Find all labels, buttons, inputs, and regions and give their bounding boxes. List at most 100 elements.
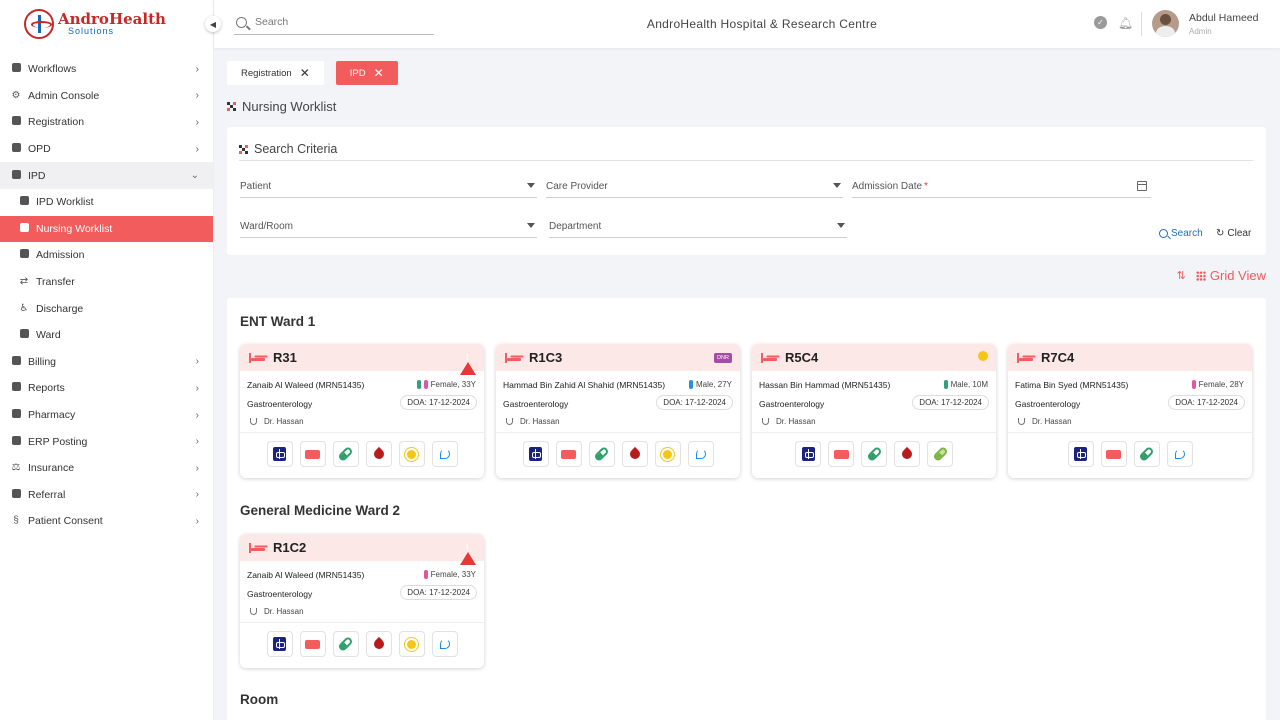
patient-name[interactable]: Hammad Bin Zahid Al Shahid (MRN51435) (503, 380, 665, 390)
bed-card[interactable]: R1C3 DNR Hammad Bin Zahid Al Shahid (MRN… (496, 344, 740, 478)
bed-button[interactable] (828, 441, 854, 467)
close-icon[interactable]: ✕ (374, 67, 384, 79)
xray-button[interactable] (1067, 441, 1094, 467)
male-icon (943, 380, 948, 389)
medication-button[interactable] (588, 441, 615, 467)
vitals-button[interactable] (398, 441, 425, 467)
medication-alt-button[interactable] (927, 441, 953, 467)
medication-button[interactable] (332, 441, 359, 467)
medication-button[interactable] (861, 441, 887, 467)
logo[interactable]: AndroHealth Solutions ◀ (0, 0, 221, 48)
patient-department: Gastroenterology (759, 399, 825, 409)
card-actions (752, 441, 996, 467)
sort-icon[interactable]: ⇅ (1177, 269, 1186, 282)
sidebar-item-ipd-worklist[interactable]: IPD Worklist (0, 189, 213, 216)
sidebar-item-referral[interactable]: Referral › (0, 482, 213, 509)
sidebar-item-registration[interactable]: Registration › (0, 109, 213, 136)
bed-card[interactable]: R5C4 Hassan Bin Hammad (MRN51435) Male, … (752, 344, 996, 478)
blood-button[interactable] (365, 441, 392, 467)
collapse-sidebar-button[interactable]: ◀ (205, 16, 221, 32)
bed-card[interactable]: R31 ! Zanaib Al Waleed (MRN51435) Female… (240, 344, 484, 478)
bell-icon[interactable]: 🔔︎ (1118, 16, 1133, 30)
admission-date-field[interactable]: Admission Date * (852, 176, 1151, 198)
vitals-button[interactable] (654, 441, 681, 467)
ward-room-select[interactable]: Ward/Room (240, 216, 537, 238)
admission-date-badge: DOA: 17-12-2024 (656, 395, 733, 410)
medication-button[interactable] (1133, 441, 1160, 467)
blood-button[interactable] (621, 441, 648, 467)
bed-button[interactable] (299, 441, 326, 467)
xray-button[interactable] (795, 441, 821, 467)
sidebar-item-admission[interactable]: Admission (0, 242, 213, 269)
chevron-right-icon: › (195, 409, 199, 421)
procedure-button[interactable] (431, 631, 458, 657)
patient-info: Hassan Bin Hammad (MRN51435) Male, 10M G… (752, 371, 996, 433)
check-square-icon (10, 116, 22, 128)
blood-button[interactable] (365, 631, 392, 657)
sidebar-item-billing[interactable]: Billing › (0, 349, 213, 376)
tab-registration[interactable]: Registration ✕ (227, 61, 324, 85)
vitals-button[interactable] (398, 631, 425, 657)
pill-icon (931, 445, 949, 463)
grid-view-toggle[interactable]: Grid View (1195, 268, 1266, 283)
wheelchair-icon: ♿ (19, 302, 29, 314)
xray-icon (273, 637, 286, 651)
dnr-badge[interactable]: DNR (714, 350, 732, 363)
sidebar-item-admin-console[interactable]: ⚙ Admin Console › (0, 83, 213, 110)
calendar-icon[interactable] (1137, 181, 1147, 191)
sidebar-item-opd[interactable]: OPD › (0, 136, 213, 163)
sidebar-item-ward[interactable]: Ward (0, 322, 213, 349)
user-name[interactable]: Abdul Hameed (1189, 12, 1258, 24)
patient-gender-age: Female, 28Y (1191, 380, 1244, 389)
sidebar-item-transfer[interactable]: ⇄ Transfer (0, 269, 213, 296)
patient-name[interactable]: Hassan Bin Hammad (MRN51435) (759, 380, 890, 390)
bed-card-header: R31 ! (240, 344, 484, 375)
doctor: Dr. Hassan (250, 607, 304, 616)
sidebar-item-discharge[interactable]: ♿ Discharge (0, 295, 213, 322)
patient-name[interactable]: Fatima Bin Syed (MRN51435) (1015, 380, 1128, 390)
alert-icon[interactable]: ! (460, 350, 476, 375)
bed-button[interactable] (555, 441, 582, 467)
clear-button[interactable]: ↻ Clear (1216, 228, 1251, 239)
sidebar-item-patient-consent[interactable]: § Patient Consent › (0, 508, 213, 535)
bed-button[interactable] (299, 631, 326, 657)
search-button[interactable]: Search (1159, 228, 1203, 239)
xray-button[interactable] (266, 441, 293, 467)
sidebar-item-workflows[interactable]: Workflows › (0, 56, 213, 83)
sidebar-item-insurance[interactable]: ⚖ Insurance › (0, 455, 213, 482)
avatar[interactable] (1152, 10, 1179, 37)
xray-icon (273, 447, 286, 461)
department-select[interactable]: Department (549, 216, 847, 238)
xray-button[interactable] (522, 441, 549, 467)
patient-name[interactable]: Zanaib Al Waleed (MRN51435) (247, 570, 364, 580)
referral-icon (10, 488, 22, 501)
bed-card[interactable]: R7C4 Fatima Bin Syed (MRN51435) Female, … (1008, 344, 1252, 478)
procedure-button[interactable] (687, 441, 714, 467)
female-icon (423, 570, 428, 579)
patient-name[interactable]: Zanaib Al Waleed (MRN51435) (247, 380, 364, 390)
verified-icon[interactable]: ✓ (1094, 16, 1107, 29)
erp-icon (10, 435, 22, 448)
sun-status-icon[interactable] (978, 350, 988, 361)
bed-icon (561, 449, 576, 459)
patient-select[interactable]: Patient (240, 176, 537, 198)
sidebar-item-erp-posting[interactable]: ERP Posting › (0, 428, 213, 455)
sidebar-item-reports[interactable]: Reports › (0, 375, 213, 402)
procedure-button[interactable] (431, 441, 458, 467)
xray-button[interactable] (266, 631, 293, 657)
sidebar-item-pharmacy[interactable]: Pharmacy › (0, 402, 213, 429)
tab-ipd[interactable]: IPD ✕ (335, 61, 398, 85)
procedure-button[interactable] (1166, 441, 1193, 467)
blood-button[interactable] (894, 441, 920, 467)
sidebar-item-ipd[interactable]: IPD ⌄ (0, 162, 213, 189)
bed-icon (1017, 352, 1033, 363)
caret-down-icon (833, 183, 841, 188)
bed-button[interactable] (1100, 441, 1127, 467)
alert-icon[interactable]: ! (460, 540, 476, 565)
bed-card[interactable]: R1C2 ! Zanaib Al Waleed (MRN51435) Femal… (240, 534, 484, 668)
close-icon[interactable]: ✕ (300, 67, 310, 79)
medication-button[interactable] (332, 631, 359, 657)
sidebar-item-nursing-worklist[interactable]: Nursing Worklist (0, 215, 213, 243)
care-provider-select[interactable]: Care Provider (546, 176, 843, 198)
doctor: Dr. Hassan (250, 417, 304, 426)
